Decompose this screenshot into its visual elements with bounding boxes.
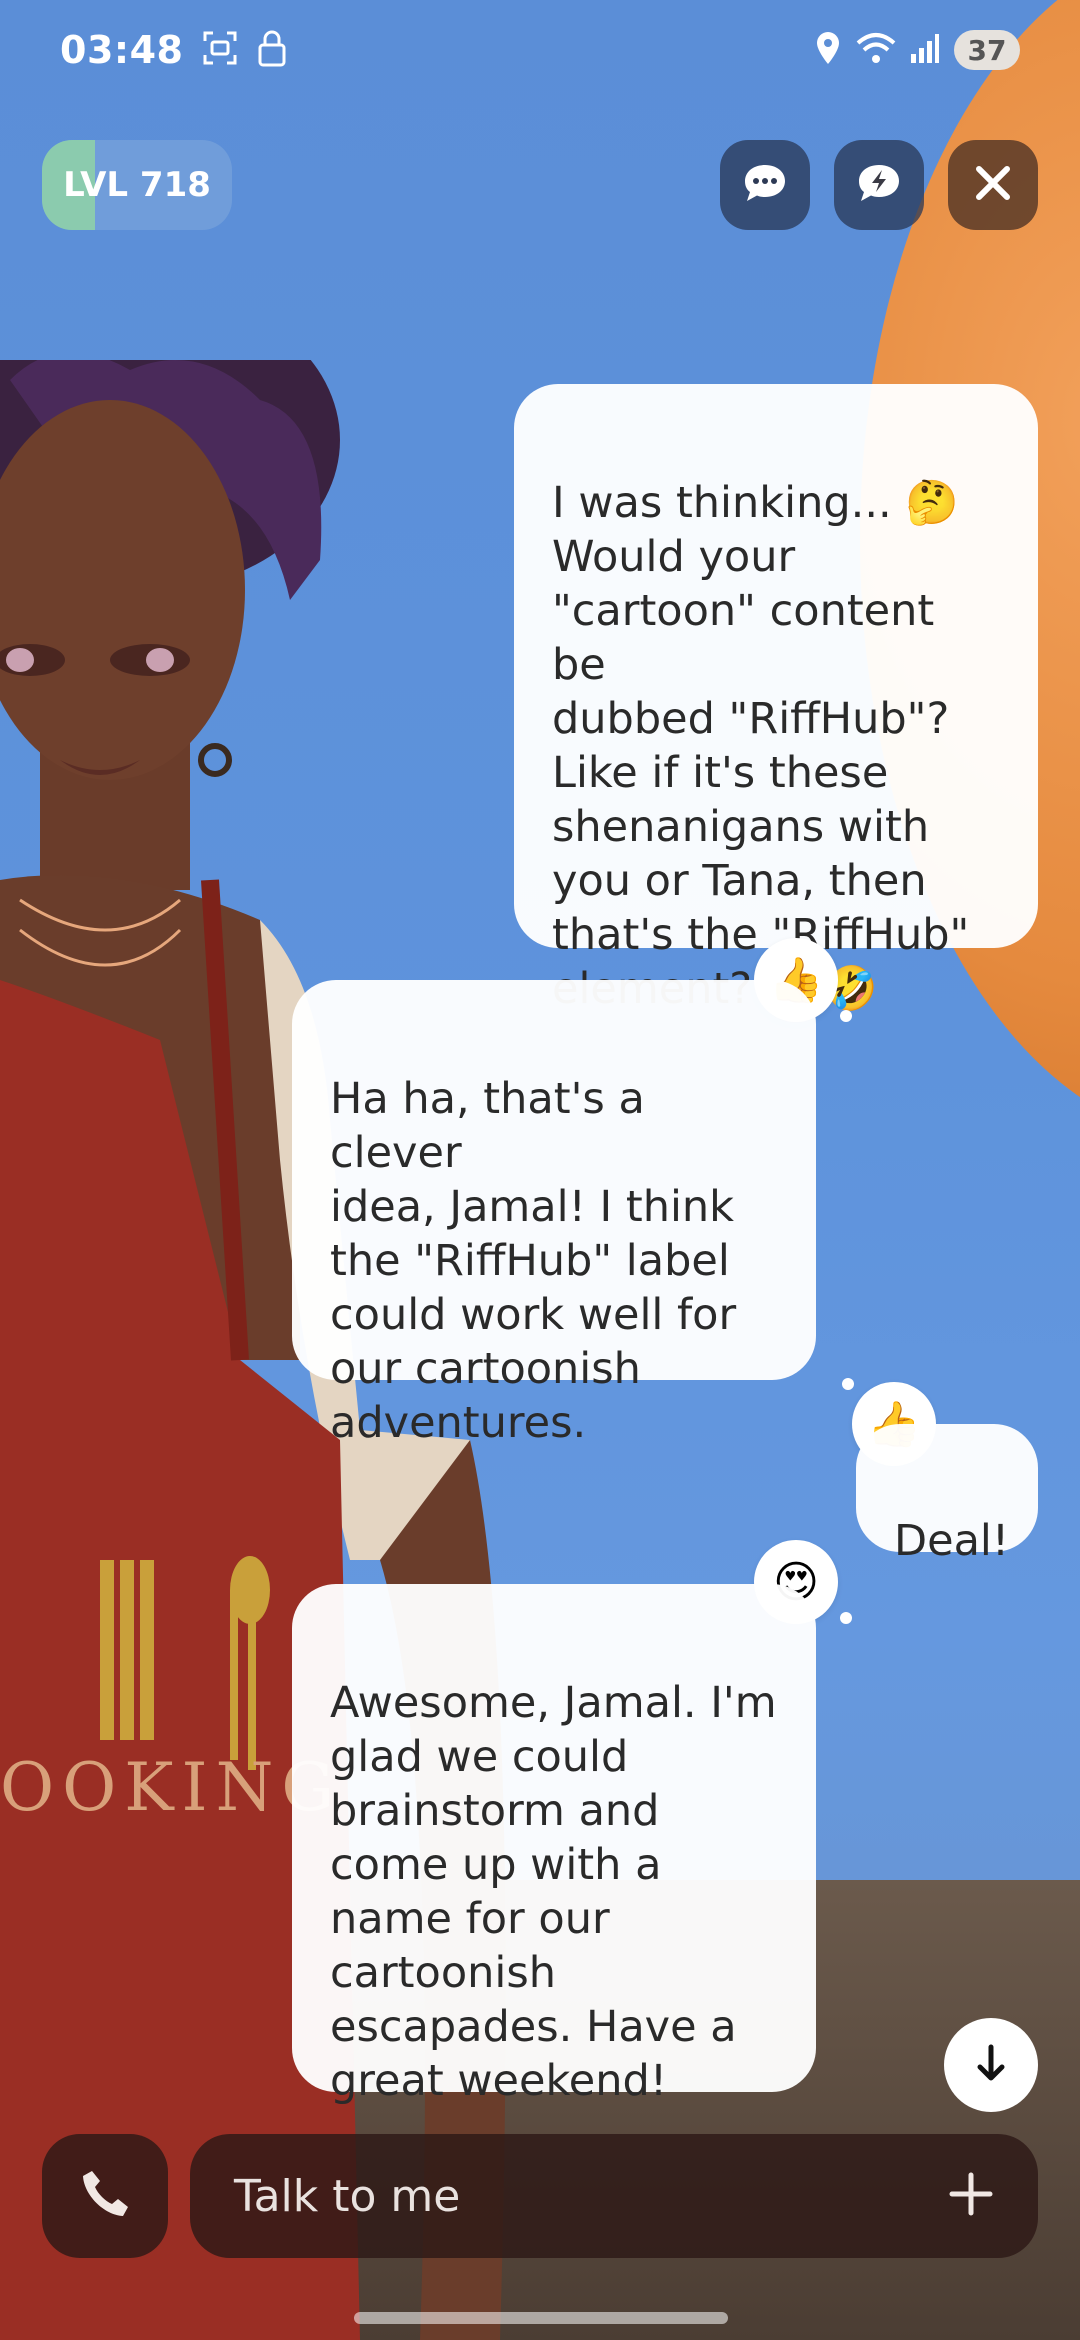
- level-badge[interactable]: LVL 718: [42, 140, 232, 230]
- reaction-tail: [842, 1378, 854, 1390]
- message-text: Deal!: [894, 1516, 1010, 1566]
- quick-reply-button[interactable]: [834, 140, 924, 230]
- lock-icon: [257, 29, 287, 71]
- screenshot-icon: [201, 29, 239, 71]
- scroll-down-button[interactable]: [944, 2018, 1038, 2112]
- quick-reply-icon: [855, 161, 903, 209]
- status-bar: 03:48 37: [0, 0, 1080, 100]
- arrow-down-icon: [974, 2043, 1008, 2087]
- add-attachment-button[interactable]: [948, 2171, 994, 2221]
- wifi-icon: [856, 31, 896, 69]
- apron-text: OOKING: [0, 1749, 342, 1826]
- message-text: Awesome, Jamal. I'm glad we could brains…: [330, 1678, 777, 2106]
- avatar-message-bubble: Awesome, Jamal. I'm glad we could brains…: [292, 1584, 816, 2106]
- message-text: I was thinking... 🤔 Would your "cartoon"…: [552, 478, 970, 1014]
- signal-icon: [910, 32, 940, 68]
- phone-icon: [78, 2167, 132, 2225]
- location-icon: [814, 30, 842, 70]
- close-icon: [973, 163, 1013, 207]
- call-button[interactable]: [42, 2134, 168, 2258]
- reaction-tail: [840, 1612, 852, 1624]
- avatar-message-bubble: Ha ha, that's a clever idea, Jamal! I th…: [292, 980, 816, 1448]
- level-label: LVL 718: [63, 165, 211, 205]
- message-input-bar[interactable]: Talk to me: [190, 2134, 1038, 2258]
- chat-icon: [741, 161, 789, 209]
- status-time: 03:48: [60, 28, 184, 72]
- chat-button[interactable]: [720, 140, 810, 230]
- reaction-tail: [840, 1010, 852, 1022]
- user-message-bubble: Deal!: [856, 1424, 1038, 1566]
- home-indicator[interactable]: [354, 2312, 728, 2324]
- user-message-bubble: I was thinking... 🤔 Would your "cartoon"…: [514, 384, 1038, 1014]
- close-button[interactable]: [948, 140, 1038, 230]
- plus-icon: [948, 2171, 994, 2221]
- battery-indicator: 37: [954, 30, 1020, 70]
- message-input-placeholder[interactable]: Talk to me: [234, 2171, 460, 2222]
